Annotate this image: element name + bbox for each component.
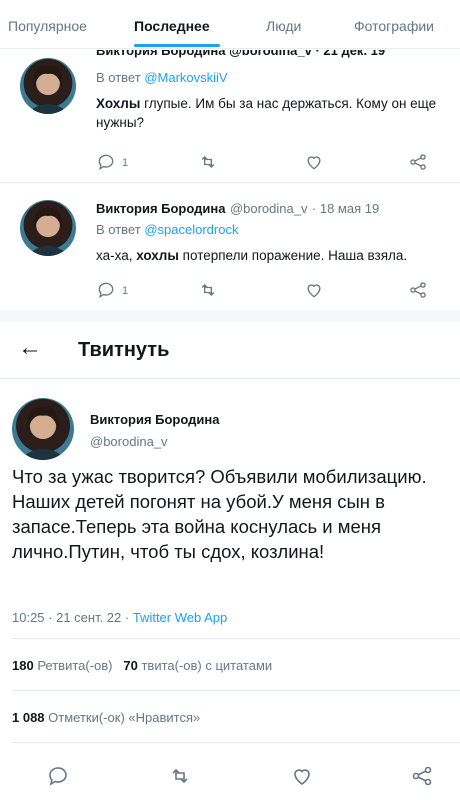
page-title: Твитнуть [78, 339, 170, 361]
engagement-stats: 180 Ретвита(-ов) 70 твита(-ов) с цитатам… [12, 658, 272, 673]
reply-count: 1 [122, 285, 129, 297]
tab-latest[interactable]: Последнее [134, 18, 210, 34]
reply-context: В ответ @MarkovskiiV [96, 70, 228, 85]
retweets-count: 180 [12, 658, 34, 673]
quotes-label[interactable]: твита(-ов) с цитатами [141, 658, 272, 673]
reply-icon[interactable] [46, 764, 70, 788]
tweet-text: Что за ужас творится? Объявили мобилизац… [12, 466, 427, 562]
section-separator [0, 310, 460, 322]
tweet-timestamp: 10:25 · 21 сент. 22 · [12, 610, 130, 625]
retweets-label[interactable]: Ретвита(-ов) [37, 658, 112, 673]
share-icon[interactable] [408, 152, 428, 172]
author-handle: @borodina_v [90, 434, 168, 449]
detail-header: ← Твитнуть [0, 322, 460, 379]
search-tabs: Популярное Последнее Люди Фотографии [0, 0, 460, 49]
retweet-icon[interactable] [168, 764, 192, 788]
tweet-source-link[interactable]: Twitter Web App [133, 610, 227, 625]
tweet-date: · 18 мая 19 [311, 201, 380, 216]
active-tab-indicator [134, 44, 220, 47]
tweet-header-cut: Виктория Бородина @borodina_v · 21 дек. … [96, 50, 386, 58]
like-icon[interactable] [290, 764, 314, 788]
avatar[interactable] [20, 200, 76, 256]
tab-people[interactable]: Люди [266, 18, 301, 34]
tweet-header: Виктория Бородина @borodina_v · 18 мая 1… [96, 200, 379, 218]
divider [12, 690, 460, 691]
tweet-card-2[interactable]: Виктория Бородина @borodina_v · 18 мая 1… [0, 184, 460, 308]
divider [0, 182, 460, 183]
retweet-icon[interactable] [198, 152, 218, 172]
tweet-meta: 10:25 · 21 сент. 22 · Twitter Web App [12, 610, 227, 625]
likes-count: 1 088 [12, 710, 45, 725]
tweet-text: Хохлы глупые. Им бы за нас держаться. Ко… [96, 96, 437, 130]
reply-icon[interactable] [96, 280, 116, 300]
tab-popular[interactable]: Популярное [8, 18, 87, 34]
reply-handle-link[interactable]: @MarkovskiiV [144, 70, 227, 85]
author-handle: @borodina_v [229, 201, 308, 216]
divider [12, 638, 460, 639]
retweet-icon[interactable] [198, 280, 218, 300]
tab-photos[interactable]: Фотографии [354, 18, 434, 34]
author-name[interactable]: Виктория Бородина [96, 201, 225, 216]
reply-handle-link[interactable]: @spacelordrock [144, 222, 238, 237]
reply-count: 1 [122, 157, 129, 169]
likes-stats: 1 088 Отметки(-ок) «Нравится» [12, 710, 200, 725]
share-icon[interactable] [410, 764, 434, 788]
author-name[interactable]: Виктория Бородина [90, 412, 219, 427]
reply-icon[interactable] [96, 152, 116, 172]
divider [12, 742, 460, 743]
tweet-text: ха-ха, хохлы потерпели поражение. Наша в… [96, 248, 408, 263]
reply-context: В ответ @spacelordrock [96, 222, 239, 237]
share-icon[interactable] [408, 280, 428, 300]
avatar[interactable] [20, 58, 76, 114]
avatar[interactable] [12, 398, 74, 460]
back-arrow-icon[interactable]: ← [18, 334, 42, 362]
likes-label[interactable]: Отметки(-ок) «Нравится» [48, 710, 200, 725]
like-icon[interactable] [304, 280, 324, 300]
tweet-card-1[interactable]: Виктория Бородина @borodina_v · 21 дек. … [0, 48, 460, 180]
quotes-count: 70 [123, 658, 138, 673]
like-icon[interactable] [304, 152, 324, 172]
